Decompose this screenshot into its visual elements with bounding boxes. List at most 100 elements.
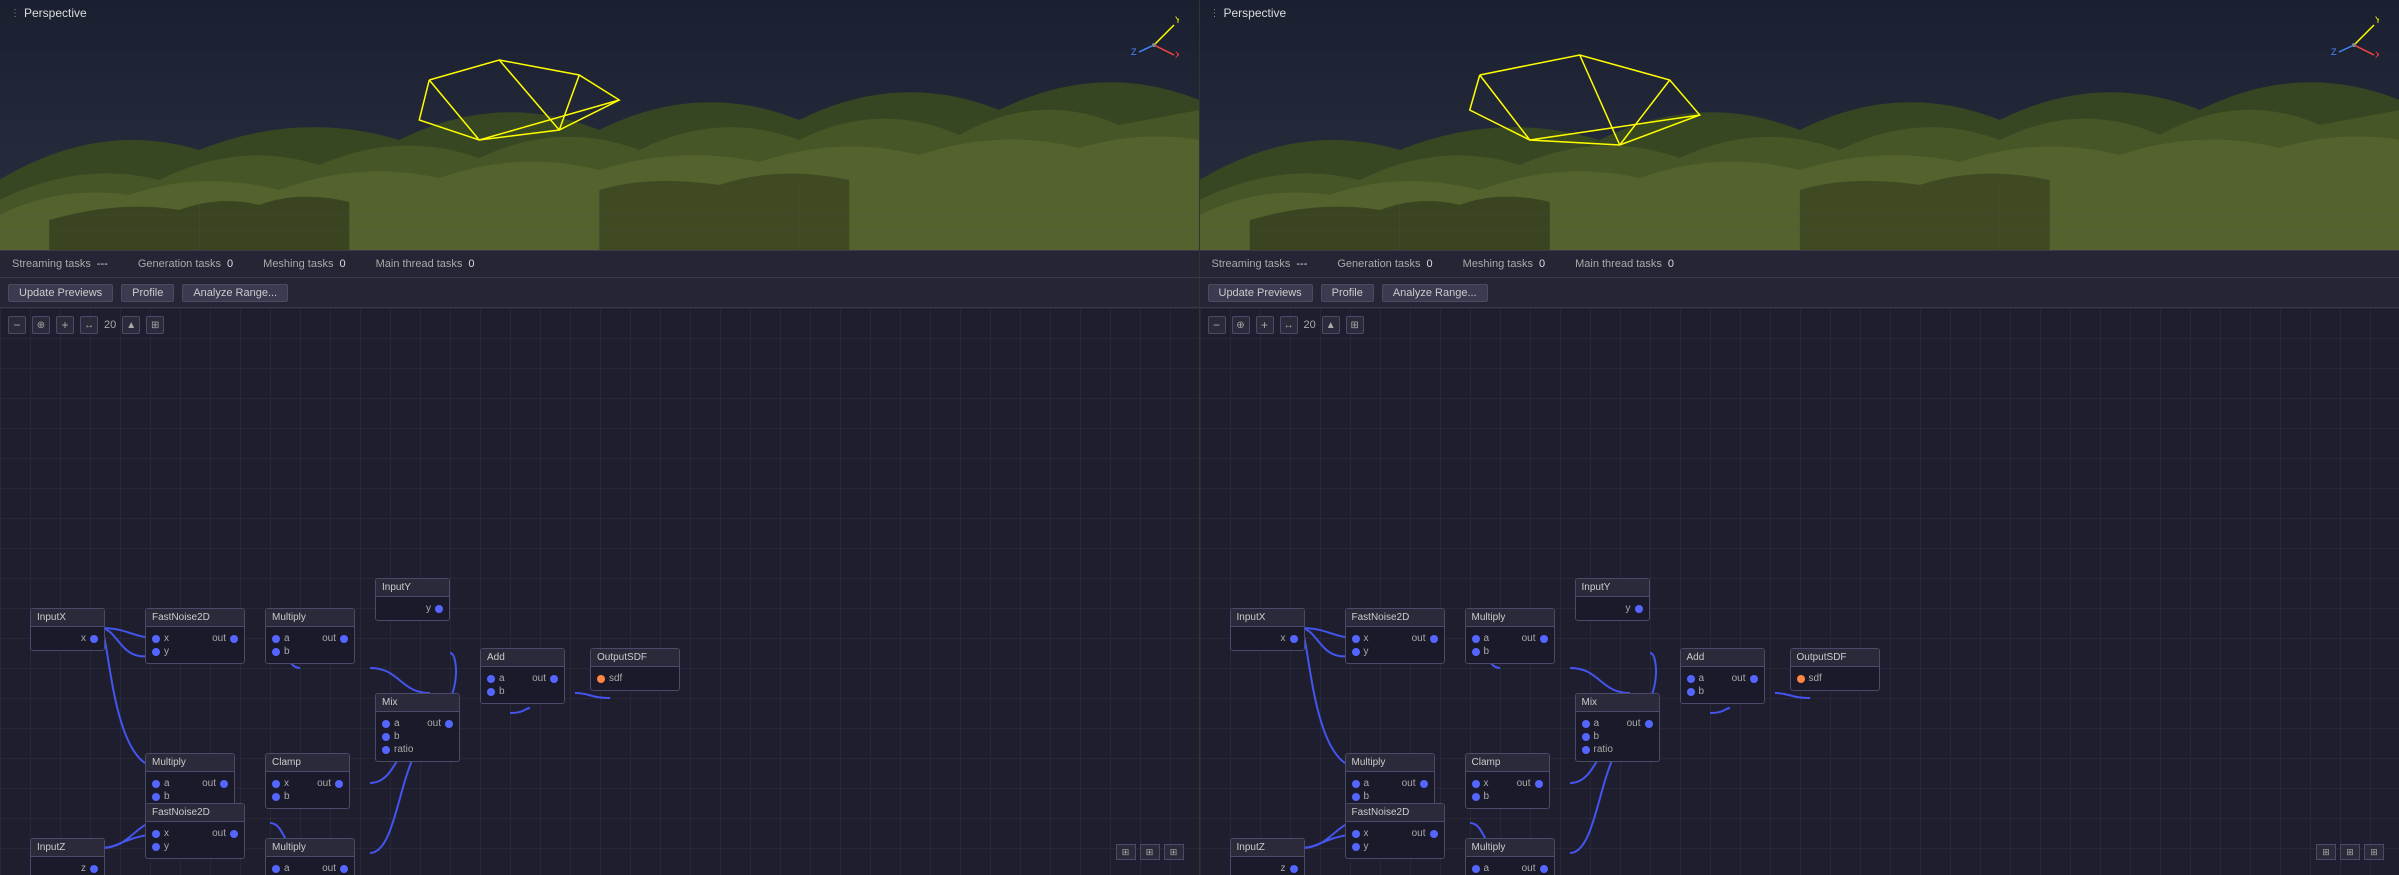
left-zoom-minus-button[interactable]: − — [8, 316, 26, 334]
right-arrows-icon[interactable]: ↔ — [1280, 316, 1298, 334]
left-node-clamp[interactable]: Clamp x out b — [265, 753, 350, 809]
right-node-add-header: Add — [1681, 649, 1764, 667]
left-node-graph[interactable]: − ⊕ + ↔ 20 ▲ ⊞ — [0, 308, 1199, 875]
svg-text:Z: Z — [1131, 47, 1137, 57]
right-node-mix[interactable]: Mix a out b ratio — [1575, 693, 1660, 762]
left-node-fastnoise2d-2[interactable]: FastNoise2D x out y — [145, 803, 245, 859]
right-fastnoise2d-1-port-y: y — [1352, 646, 1438, 657]
left-node-inputx[interactable]: InputX x — [30, 608, 105, 651]
left-graph-ctrl-1[interactable]: ⊞ — [1116, 844, 1136, 860]
left-node-fastnoise2d-1[interactable]: FastNoise2D x out y — [145, 608, 245, 664]
right-generation-status: Generation tasks 0 — [1337, 258, 1432, 270]
right-node-outputsdf-body: sdf — [1791, 667, 1879, 690]
right-fastnoise2d-1-x-dot — [1352, 635, 1360, 643]
right-node-inputx[interactable]: InputX x — [1230, 608, 1305, 651]
svg-text:Y: Y — [1175, 15, 1179, 25]
right-node-fastnoise2d-2[interactable]: FastNoise2D x out y — [1345, 803, 1445, 859]
right-graph-ctrl-3[interactable]: ⊞ — [2364, 844, 2384, 860]
left-grid-icon[interactable]: ⊞ — [146, 316, 164, 334]
left-node-inputy[interactable]: InputY y — [375, 578, 450, 621]
left-node-fastnoise2d-2-header: FastNoise2D — [146, 804, 244, 822]
right-axis-indicator: Y X Z — [2329, 10, 2379, 63]
right-up-arrow[interactable]: ▲ — [1322, 316, 1340, 334]
left-profile-button[interactable]: Profile — [121, 284, 174, 302]
main-container: ⋮ Perspective Y X Z Streaming tasks — [0, 0, 2399, 875]
left-mainthread-label: Main thread tasks — [376, 258, 463, 270]
right-node-add[interactable]: Add a out b — [1680, 648, 1765, 704]
left-node-inputz[interactable]: InputZ z — [30, 838, 105, 875]
left-node-add[interactable]: Add a out b — [480, 648, 565, 704]
right-node-outputsdf[interactable]: OutputSDF sdf — [1790, 648, 1880, 691]
right-node-multiply-2[interactable]: Multiply a out b — [1345, 753, 1435, 809]
right-viewport[interactable]: ⋮ Perspective Y X Z — [1200, 0, 2399, 250]
left-nav-icon[interactable]: ⊕ — [32, 316, 50, 334]
right-add-a-dot — [1687, 675, 1695, 683]
left-mix-ratio-dot — [382, 746, 390, 754]
right-viewport-menu-icon[interactable]: ⋮ — [1210, 8, 1220, 19]
left-outputsdf-sdf-dot — [597, 675, 605, 683]
right-graph-ctrl-2[interactable]: ⊞ — [2340, 844, 2360, 860]
left-axis-indicator: Y X Z — [1129, 10, 1179, 63]
left-node-inputy-port-y: y — [382, 603, 443, 614]
right-node-inputz[interactable]: InputZ z — [1230, 838, 1305, 875]
right-node-outputsdf-header: OutputSDF — [1791, 649, 1879, 667]
left-node-multiply-1[interactable]: Multiply a out b — [265, 608, 355, 664]
left-analyze-range-button[interactable]: Analyze Range... — [182, 284, 288, 302]
right-mainthread-label: Main thread tasks — [1575, 258, 1662, 270]
right-node-clamp[interactable]: Clamp x out b — [1465, 753, 1550, 809]
left-outputsdf-port-sdf: sdf — [597, 673, 673, 684]
left-fastnoise2d-1-out-dot — [230, 635, 238, 643]
left-up-arrow[interactable]: ▲ — [122, 316, 140, 334]
right-graph-ctrl-1[interactable]: ⊞ — [2316, 844, 2336, 860]
right-fastnoise2d-2-y-dot — [1352, 843, 1360, 851]
right-node-inputy-port-y: y — [1582, 603, 1643, 614]
left-node-add-header: Add — [481, 649, 564, 667]
left-fastnoise2d-1-y-dot — [152, 648, 160, 656]
right-add-port-a: a out — [1687, 673, 1758, 684]
right-grid-icon[interactable]: ⊞ — [1346, 316, 1364, 334]
left-generation-value: 0 — [227, 258, 233, 270]
left-node-multiply-3[interactable]: Multiply a out b — [265, 838, 355, 875]
viewport-menu-icon[interactable]: ⋮ — [10, 8, 20, 19]
right-node-fastnoise2d-1[interactable]: FastNoise2D x out y — [1345, 608, 1445, 664]
right-inputy-y-dot — [1635, 605, 1643, 613]
left-graph-ctrl-2[interactable]: ⊞ — [1140, 844, 1160, 860]
right-profile-button[interactable]: Profile — [1321, 284, 1374, 302]
right-add-b-dot — [1687, 688, 1695, 696]
left-node-clamp-body: x out b — [266, 772, 349, 808]
left-node-multiply-1-header: Multiply — [266, 609, 354, 627]
right-graph-controls: ⊞ ⊞ ⊞ — [2316, 844, 2384, 860]
right-node-inputx-body: x — [1231, 627, 1304, 650]
right-node-inputz-body: z — [1231, 857, 1304, 875]
left-streaming-label: Streaming tasks — [12, 258, 91, 270]
left-viewport[interactable]: ⋮ Perspective Y X Z — [0, 0, 1199, 250]
right-multiply-1-a-dot — [1472, 635, 1480, 643]
right-multiply-2-out-dot — [1420, 780, 1428, 788]
right-node-multiply-3[interactable]: Multiply a out b — [1465, 838, 1555, 875]
right-nav-icon[interactable]: ⊕ — [1232, 316, 1250, 334]
left-panel: ⋮ Perspective Y X Z Streaming tasks — [0, 0, 1200, 875]
right-node-graph[interactable]: − ⊕ + ↔ 20 ▲ ⊞ — [1200, 308, 2399, 875]
right-update-previews-button[interactable]: Update Previews — [1208, 284, 1313, 302]
left-zoom-plus-button[interactable]: + — [56, 316, 74, 334]
right-node-multiply-1[interactable]: Multiply a out b — [1465, 608, 1555, 664]
left-node-multiply-2[interactable]: Multiply a out b — [145, 753, 235, 809]
left-node-mix[interactable]: Mix a out b ratio — [375, 693, 460, 762]
left-mainthread-value: 0 — [468, 258, 474, 270]
left-fastnoise2d-1-port-x: x out — [152, 633, 238, 644]
left-viewport-name: Perspective — [24, 6, 87, 20]
right-zoom-plus-button[interactable]: + — [1256, 316, 1274, 334]
left-update-previews-button[interactable]: Update Previews — [8, 284, 113, 302]
right-zoom-minus-button[interactable]: − — [1208, 316, 1226, 334]
right-node-inputy[interactable]: InputY y — [1575, 578, 1650, 621]
right-mainthread-value: 0 — [1668, 258, 1674, 270]
left-arrows-icon[interactable]: ↔ — [80, 316, 98, 334]
right-viewport-name: Perspective — [1224, 6, 1287, 20]
left-node-multiply-3-header: Multiply — [266, 839, 354, 857]
left-graph-ctrl-3[interactable]: ⊞ — [1164, 844, 1184, 860]
right-meshing-label: Meshing tasks — [1463, 258, 1533, 270]
right-analyze-range-button[interactable]: Analyze Range... — [1382, 284, 1488, 302]
left-node-inputx-port-x: x — [37, 633, 98, 644]
left-node-inputy-header: InputY — [376, 579, 449, 597]
left-node-outputsdf[interactable]: OutputSDF sdf — [590, 648, 680, 691]
